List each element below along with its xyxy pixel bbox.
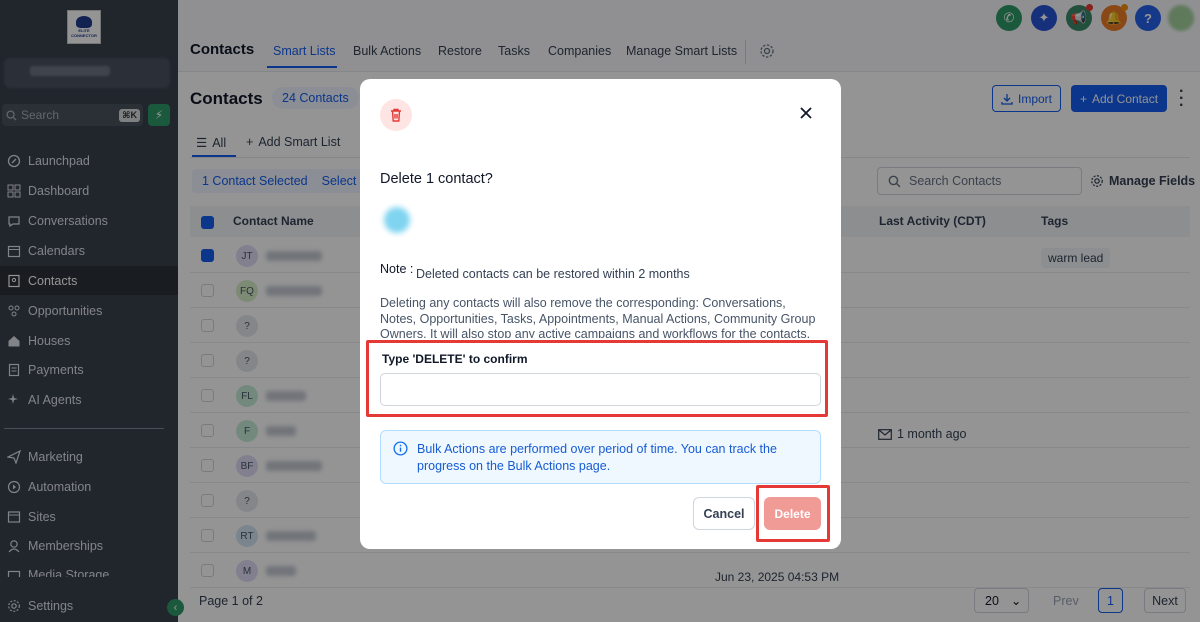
warning-text: Deleting any contacts will also remove t… [380, 296, 816, 338]
trash-icon [380, 99, 412, 131]
modal-title: Delete 1 contact? [380, 171, 493, 187]
info-icon [393, 441, 408, 456]
close-icon[interactable] [797, 104, 815, 122]
note-label: Note : [380, 262, 414, 276]
confirm-label: Type 'DELETE' to confirm [382, 352, 528, 366]
note-text: Deleted contacts can be restored within … [416, 267, 690, 281]
info-callout: Bulk Actions are performed over period o… [380, 430, 821, 484]
delete-contact-modal: Delete 1 contact? Note : Deleted contact… [360, 79, 841, 549]
contact-avatar [384, 207, 410, 233]
cancel-button[interactable]: Cancel [693, 497, 755, 530]
delete-confirm-input[interactable] [380, 373, 821, 406]
delete-button[interactable]: Delete [764, 497, 821, 530]
info-text: Bulk Actions are performed over period o… [417, 442, 777, 473]
